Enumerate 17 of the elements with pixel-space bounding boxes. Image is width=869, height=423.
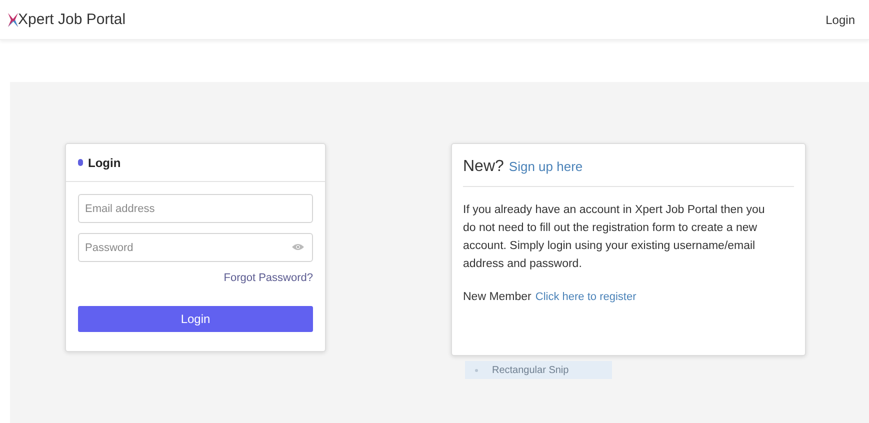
bullet-icon bbox=[475, 368, 478, 372]
bullet-icon bbox=[78, 159, 83, 166]
member-label: New Member bbox=[463, 291, 532, 303]
info-paragraph: If you already have an account in Xpert Job Portal then you do not need to fill out the registration form to create a new account. Simply login using your existing username/email address and password. bbox=[463, 203, 766, 272]
card-title: New? bbox=[463, 158, 504, 176]
eye-icon[interactable] bbox=[292, 243, 304, 251]
login-nav-link[interactable]: Login bbox=[826, 12, 855, 26]
card-title: Login bbox=[88, 156, 121, 170]
email-field[interactable]: Email address bbox=[78, 194, 313, 223]
password-field[interactable]: Password bbox=[78, 233, 313, 262]
brand-name: Xpert Job Portal bbox=[18, 11, 126, 28]
forgot-password-link[interactable]: Forgot Password? bbox=[224, 272, 313, 284]
tooltip-label: Rectangular Snip bbox=[492, 364, 569, 376]
logo-icon bbox=[8, 12, 18, 26]
sign-up-link[interactable]: Sign up here bbox=[508, 159, 583, 174]
login-button[interactable]: Login bbox=[78, 306, 313, 332]
register-link[interactable]: Click here to register bbox=[535, 291, 636, 303]
